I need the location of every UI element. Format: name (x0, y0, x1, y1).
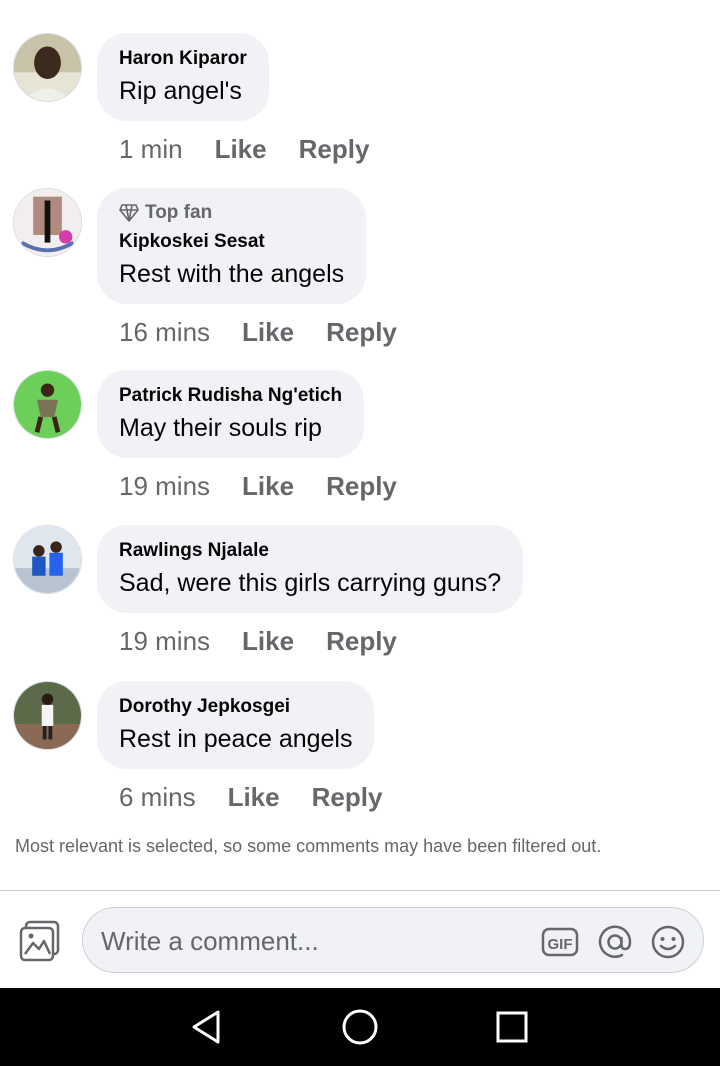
comment-input[interactable] (101, 922, 521, 960)
smiley-icon[interactable] (649, 924, 687, 960)
reply-button[interactable]: Reply (312, 782, 383, 813)
gif-icon[interactable]: GIF (541, 924, 579, 960)
comment-actions: 19 mins Like Reply (119, 626, 397, 657)
comment-author[interactable]: Haron Kiparor (119, 47, 247, 71)
comment-time[interactable]: 19 mins (119, 471, 210, 502)
like-button[interactable]: Like (242, 626, 294, 657)
comment-bubble: Top fan Kipkoskei Sesat Rest with the an… (97, 188, 367, 304)
comment-bubble: Rawlings Njalale Sad, were this girls ca… (97, 525, 524, 613)
diamond-icon (119, 204, 139, 222)
top-fan-label: Top fan (145, 202, 213, 223)
comment-author[interactable]: Rawlings Njalale (119, 539, 501, 563)
system-navigation-bar (0, 988, 720, 1066)
comment-text: Rest in peace angels (119, 725, 353, 753)
comment-text: May their souls rip (119, 414, 322, 442)
comment-actions: 1 min Like Reply (119, 134, 369, 165)
at-sign-icon[interactable] (596, 924, 634, 960)
comment-author[interactable]: Kipkoskei Sesat (119, 230, 344, 254)
svg-text:GIF: GIF (548, 936, 573, 953)
comment-text: Sad, were this girls carrying guns? (119, 569, 502, 597)
comment-author[interactable]: Patrick Rudisha Ng'etich (119, 384, 342, 408)
avatar[interactable] (13, 681, 82, 750)
reply-button[interactable]: Reply (326, 317, 397, 348)
divider (0, 890, 720, 891)
avatar[interactable] (13, 525, 82, 594)
reply-button[interactable]: Reply (326, 471, 397, 502)
comment-bubble: Dorothy Jepkosgei Rest in peace angels (97, 681, 375, 769)
like-button[interactable]: Like (215, 134, 267, 165)
home-circle-icon[interactable] (339, 1006, 381, 1048)
comment-time[interactable]: 16 mins (119, 317, 210, 348)
comment-time[interactable]: 1 min (119, 134, 183, 165)
avatar[interactable] (13, 33, 82, 102)
avatar[interactable] (13, 188, 82, 257)
comment-composer: GIF (82, 907, 704, 973)
comment-author[interactable]: Dorothy Jepkosgei (119, 695, 352, 719)
recents-square-icon[interactable] (491, 1006, 533, 1048)
reply-button[interactable]: Reply (299, 134, 370, 165)
top-fan-badge: Top fan (119, 202, 344, 224)
comment-text: Rest with the angels (119, 260, 345, 288)
comment-time[interactable]: 6 mins (119, 782, 196, 813)
reply-button[interactable]: Reply (326, 626, 397, 657)
back-triangle-icon[interactable] (184, 1006, 226, 1048)
comment-actions: 16 mins Like Reply (119, 317, 397, 348)
like-button[interactable]: Like (228, 782, 280, 813)
comment-bubble: Haron Kiparor Rip angel's (97, 33, 269, 121)
filter-notice: Most relevant is selected, so some comme… (15, 836, 602, 856)
photo-icon[interactable] (18, 919, 62, 963)
like-button[interactable]: Like (242, 471, 294, 502)
comment-actions: 19 mins Like Reply (119, 471, 397, 502)
comment-time[interactable]: 19 mins (119, 626, 210, 657)
comment-actions: 6 mins Like Reply (119, 782, 382, 813)
comment-text: Rip angel's (119, 77, 242, 105)
avatar[interactable] (13, 370, 82, 439)
like-button[interactable]: Like (242, 317, 294, 348)
comment-bubble: Patrick Rudisha Ng'etich May their souls… (97, 370, 365, 458)
